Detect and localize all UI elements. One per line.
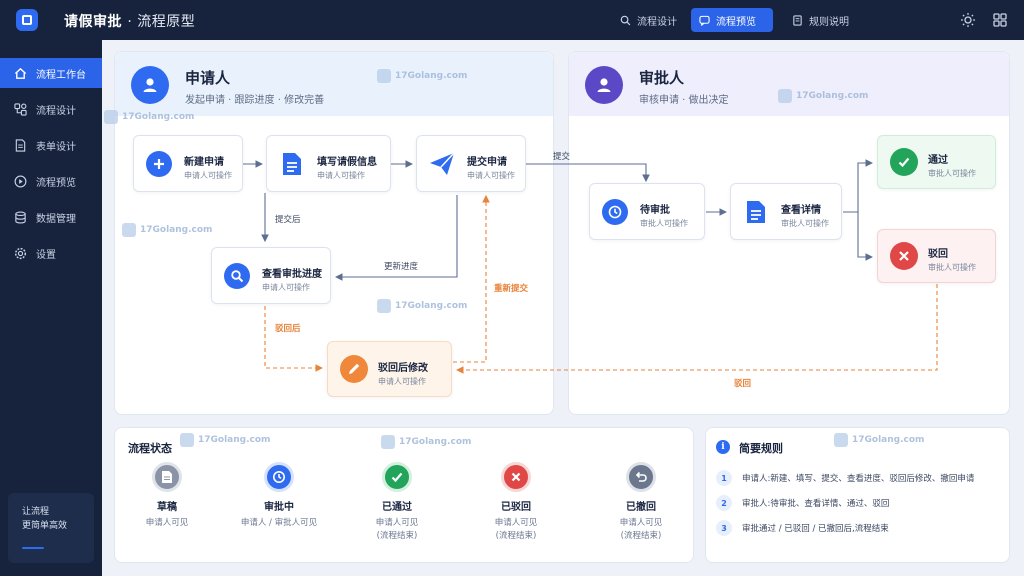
node-modify-after-reject[interactable]: 驳回后修改 申请人可操作 [327,341,452,397]
node-pending-approval[interactable]: 待审批 审批人可操作 [589,183,705,240]
watermark: 17Golang.com [834,433,924,447]
label-after-submit: 提交后 [275,215,301,225]
watermark: 17Golang.com [377,299,467,313]
rules-title: 简要规则 [739,442,783,455]
label-resubmit: 重新提交 [494,284,529,294]
status-draft: 草稿 申请人可见 [122,462,212,530]
paper-plane-icon [429,151,455,177]
document-icon [279,151,305,177]
node-approve[interactable]: 通过 审批人可操作 [877,135,996,189]
close-icon [890,242,918,270]
watermark: 17Golang.com [377,69,467,83]
label-submit: 提交 [553,152,571,162]
node-submit-application[interactable]: 提交申请 申请人可操作 [416,135,526,192]
label-after-reject: 驳回后 [275,324,301,334]
node-view-detail[interactable]: 查看详情 审批人可操作 [730,183,842,240]
watermark: 17Golang.com [778,89,868,103]
close-icon [501,462,531,492]
check-icon [890,148,918,176]
plus-icon [146,150,172,177]
watermark: 17Golang.com [122,223,212,237]
pencil-icon [340,355,368,383]
node-view-progress[interactable]: 查看审批进度 申请人可操作 [211,247,331,304]
info-icon: i [716,440,730,454]
node-new-application[interactable]: 新建申请 申请人可操作 [133,135,243,192]
status-rejected: 已驳回 申请人可见 (流程结束) [471,462,561,543]
clock-icon [602,198,628,225]
status-approved: 已通过 申请人可见 (流程结束) [352,462,442,543]
rule-item-1: 1 申请人:新建、填写、提交、查看进度、驳回后修改、撤回申请 [716,470,974,486]
watermark: 17Golang.com [381,435,471,449]
status-in-review: 审批中 申请人 / 审批人可见 [234,462,324,530]
clock-icon [264,462,294,492]
check-icon [382,462,412,492]
label-update-progress: 更新进度 [384,262,419,272]
node-fill-leave-info[interactable]: 填写请假信息 申请人可操作 [266,135,391,192]
status-title: 流程状态 [128,442,172,455]
label-reject-return: 驳回 [734,379,752,389]
rule-item-2: 2 审批人:待审批、查看详情、通过、驳回 [716,495,889,511]
watermark: 17Golang.com [180,433,270,447]
node-reject[interactable]: 驳回 审批人可操作 [877,229,996,283]
undo-icon [626,462,656,492]
document-icon [152,462,182,492]
search-icon [224,262,250,289]
status-withdrawn: 已撤回 申请人可见 (流程结束) [596,462,686,543]
document-icon [743,199,769,225]
rule-item-3: 3 审批通过 / 已驳回 / 已撤回后,流程结束 [716,520,889,536]
watermark: 17Golang.com [104,110,194,124]
